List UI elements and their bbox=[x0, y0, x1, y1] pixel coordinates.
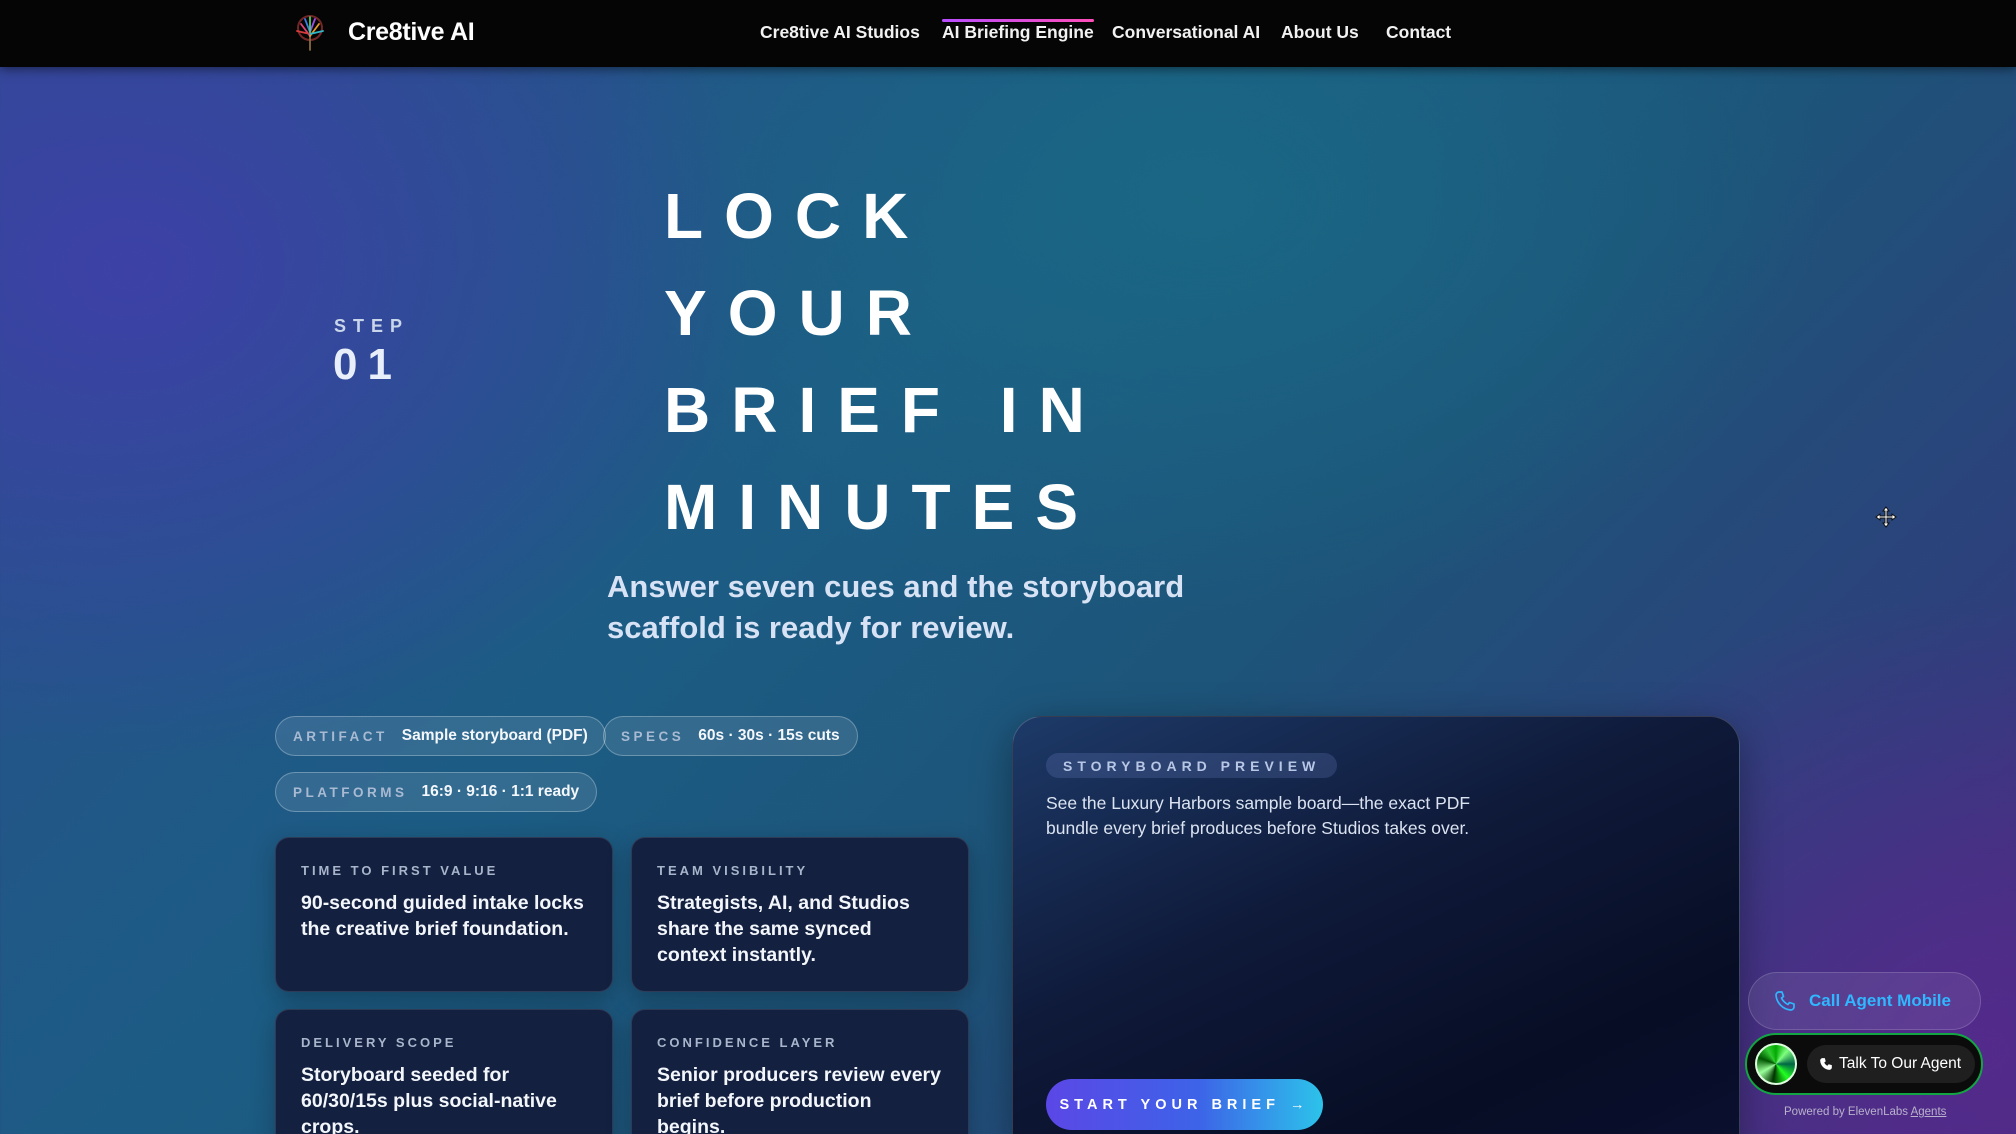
hero-headline: LOCK YOUR BRIEF IN MINUTES bbox=[664, 168, 1106, 556]
card-label: DELIVERY SCOPE bbox=[301, 1035, 457, 1050]
talk-to-agent-button[interactable]: Talk To Our Agent bbox=[1807, 1045, 1976, 1083]
feature-card-delivery-scope: DELIVERY SCOPE Storyboard seeded for 60/… bbox=[275, 1009, 613, 1134]
pill-value: 60s · 30s · 15s cuts bbox=[698, 727, 840, 744]
arrow-right-icon: → bbox=[1289, 1096, 1310, 1113]
pill-artifact: ARTIFACT Sample storyboard (PDF) bbox=[275, 716, 606, 756]
hero-subhead: Answer seven cues and the storyboard sca… bbox=[607, 569, 1185, 645]
top-nav: Cre8tive AI Cre8tive AI Studios AI Brief… bbox=[0, 0, 2016, 67]
card-text: Strategists, AI, and Studios share the s… bbox=[657, 892, 910, 966]
headline-line: YOUR bbox=[664, 277, 933, 349]
nav-link-contact[interactable]: Contact bbox=[1386, 22, 1451, 43]
powered-by-text: Powered by ElevenLabs Agents bbox=[1784, 1106, 1946, 1118]
elevenlabs-agent-widget: Talk To Our Agent bbox=[1745, 1033, 1983, 1095]
feature-card-time-to-value: TIME TO FIRST VALUE 90-second guided int… bbox=[275, 837, 613, 992]
start-brief-button[interactable]: START YOUR BRIEF → bbox=[1046, 1079, 1323, 1130]
feature-card-confidence-layer: CONFIDENCE LAYER Senior producers review… bbox=[631, 1009, 969, 1134]
step-number: 01 bbox=[333, 340, 402, 389]
logo-tree-icon[interactable] bbox=[290, 14, 330, 54]
brand-name[interactable]: Cre8tive AI bbox=[348, 18, 475, 47]
card-label: TEAM VISIBILITY bbox=[657, 863, 809, 878]
pill-key: SPECS bbox=[621, 728, 685, 744]
preview-description: See the Luxury Harbors sample board—the … bbox=[1046, 793, 1471, 838]
pill-key: ARTIFACT bbox=[293, 728, 388, 744]
card-text: Senior producers review every brief befo… bbox=[657, 1064, 941, 1134]
step-label: STEP bbox=[334, 316, 410, 336]
nav-link-about-us[interactable]: About Us bbox=[1281, 22, 1359, 43]
headline-line: MINUTES bbox=[664, 471, 1099, 543]
phone-icon bbox=[1775, 991, 1795, 1011]
powered-by-agents-link[interactable]: Agents bbox=[1911, 1106, 1947, 1118]
headline-line: LOCK bbox=[664, 180, 930, 252]
pill-specs: SPECS 60s · 30s · 15s cuts bbox=[603, 716, 858, 756]
pill-platforms: PLATFORMS 16:9 · 9:16 · 1:1 ready bbox=[275, 772, 598, 812]
card-label: TIME TO FIRST VALUE bbox=[301, 863, 499, 878]
pill-key: PLATFORMS bbox=[293, 784, 408, 800]
call-agent-mobile-label: Call Agent Mobile bbox=[1809, 991, 1951, 1010]
card-text: Storyboard seeded for 60/30/15s plus soc… bbox=[301, 1064, 557, 1134]
nav-link-studios[interactable]: Cre8tive AI Studios bbox=[760, 22, 920, 43]
powered-by-prefix: Powered by ElevenLabs bbox=[1784, 1106, 1911, 1118]
move-cursor-icon bbox=[1875, 506, 1897, 528]
start-brief-label: START YOUR BRIEF bbox=[1059, 1096, 1280, 1113]
talk-to-agent-label: Talk To Our Agent bbox=[1839, 1055, 1962, 1072]
preview-tag: STORYBOARD PREVIEW bbox=[1046, 753, 1338, 778]
headline-line: BRIEF IN bbox=[664, 374, 1106, 446]
nav-link-conversational-ai[interactable]: Conversational AI bbox=[1112, 22, 1260, 43]
card-label: CONFIDENCE LAYER bbox=[657, 1035, 838, 1050]
storyboard-preview-panel: STORYBOARD PREVIEW See the Luxury Harbor… bbox=[1012, 716, 1740, 1134]
pill-value: 16:9 · 9:16 · 1:1 ready bbox=[421, 783, 580, 800]
phone-icon bbox=[1820, 1058, 1832, 1070]
pill-value: Sample storyboard (PDF) bbox=[401, 727, 588, 744]
feature-card-team-visibility: TEAM VISIBILITY Strategists, AI, and Stu… bbox=[631, 837, 969, 992]
card-text: 90-second guided intake locks the creati… bbox=[301, 892, 584, 940]
nav-link-briefing-engine[interactable]: AI Briefing Engine bbox=[942, 19, 1094, 43]
agent-orb-icon[interactable] bbox=[1755, 1043, 1797, 1085]
call-agent-mobile-button[interactable]: Call Agent Mobile bbox=[1748, 972, 1981, 1030]
